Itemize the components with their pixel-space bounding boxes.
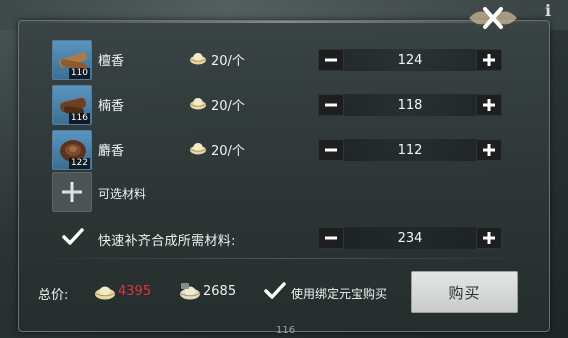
material-row-sandalwood: 110 檀香 20/个 124 — [0, 40, 568, 80]
divider — [30, 258, 538, 259]
use-bound-label: 使用绑定元宝购买 — [291, 287, 388, 301]
quantity-value[interactable]: 124 — [344, 49, 476, 71]
plus-icon — [483, 232, 495, 244]
fast-fill-label: 快速补齐合成所需材料: — [98, 234, 236, 249]
material-row-nanwood: 116 楠香 20/个 118 — [0, 85, 568, 125]
unit-price: 20/个 — [211, 99, 245, 114]
yuanbao-icon — [190, 53, 206, 65]
optional-material-label: 可选材料 — [98, 187, 147, 201]
total-price-value: 4395 — [118, 284, 152, 299]
check-icon — [62, 228, 84, 245]
fast-fill-increase-button[interactable] — [476, 227, 502, 249]
close-button[interactable] — [463, 1, 523, 35]
minus-icon — [325, 148, 337, 152]
buy-button[interactable]: 购买 — [411, 271, 518, 313]
increase-button[interactable] — [476, 139, 502, 161]
yuanbao-icon — [190, 98, 206, 110]
quantity-value[interactable]: 112 — [344, 139, 476, 161]
increase-button[interactable] — [476, 94, 502, 116]
total-price-label: 总价: — [38, 288, 69, 303]
minus-icon — [325, 236, 337, 240]
yuanbao-icon — [95, 286, 115, 300]
material-row-musk: 122 麝香 20/个 112 — [0, 130, 568, 170]
fast-fill-quantity[interactable]: 234 — [344, 227, 476, 249]
material-name: 楠香 — [98, 99, 125, 114]
plus-icon — [483, 144, 495, 156]
owned-count: 110 — [68, 68, 90, 79]
minus-icon — [325, 103, 337, 107]
use-bound-checkbox[interactable] — [264, 282, 286, 300]
info-icon[interactable]: i — [540, 2, 556, 20]
material-name: 麝香 — [98, 144, 125, 159]
background-count-tag: 116 — [276, 325, 296, 336]
check-icon — [264, 282, 286, 299]
sandalwood-item-icon[interactable]: 110 — [52, 40, 92, 80]
decrease-button[interactable] — [318, 139, 344, 161]
nanwood-item-icon[interactable]: 116 — [52, 85, 92, 125]
unit-price: 20/个 — [211, 144, 245, 159]
plus-icon — [62, 182, 82, 202]
unit-price: 20/个 — [211, 54, 245, 69]
owned-count: 116 — [68, 113, 90, 124]
decrease-button[interactable] — [318, 94, 344, 116]
bound-yuanbao-value: 2685 — [203, 284, 237, 299]
fast-fill-decrease-button[interactable] — [318, 227, 344, 249]
close-icon — [469, 7, 517, 29]
material-name: 檀香 — [98, 54, 125, 69]
plus-icon — [483, 99, 495, 111]
add-optional-material-button[interactable] — [52, 172, 92, 212]
owned-count: 122 — [68, 158, 90, 169]
plus-icon — [483, 54, 495, 66]
yuanbao-icon — [190, 143, 206, 155]
decrease-button[interactable] — [318, 49, 344, 71]
musk-item-icon[interactable]: 122 — [52, 130, 92, 170]
increase-button[interactable] — [476, 49, 502, 71]
fast-fill-checkbox[interactable] — [62, 228, 84, 246]
quantity-value[interactable]: 118 — [344, 94, 476, 116]
bound-yuanbao-icon — [179, 283, 201, 300]
minus-icon — [325, 58, 337, 62]
